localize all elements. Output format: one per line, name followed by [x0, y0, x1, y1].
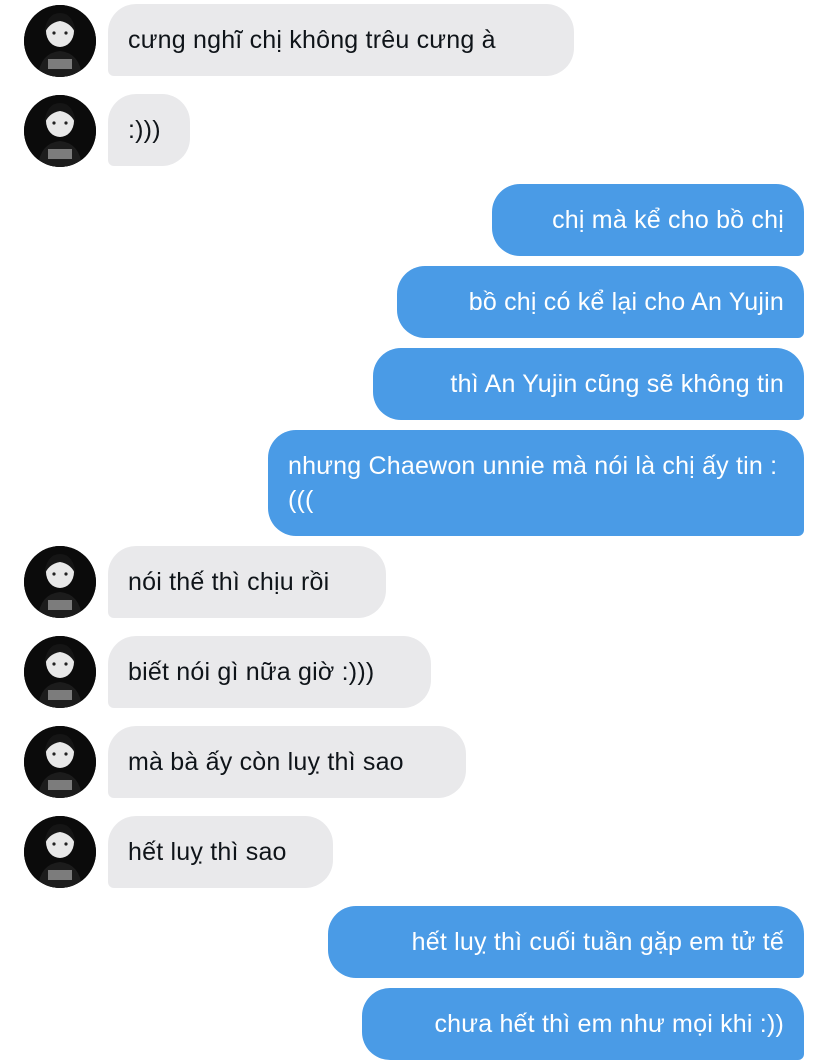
incoming-message-bubble[interactable]: mà bà ấy còn luỵ thì sao [108, 726, 466, 798]
message-text: thì An Yujin cũng sẽ không tin [450, 370, 784, 398]
outgoing-message-bubble[interactable]: chị mà kể cho bồ chị [492, 184, 804, 256]
message-text: hết luỵ thì sao [128, 838, 287, 866]
contact-avatar[interactable] [24, 636, 96, 708]
avatar-photo-icon [24, 636, 96, 708]
message-text: biết nói gì nữa giờ :))) [128, 658, 375, 686]
message-text: chị mà kể cho bồ chị [552, 206, 784, 234]
avatar-photo-icon [24, 95, 96, 167]
message-text: :))) [128, 116, 161, 144]
message-text: mà bà ấy còn luỵ thì sao [128, 748, 404, 776]
message-text: cưng nghĩ chị không trêu cưng à [128, 26, 496, 54]
outgoing-message-bubble[interactable]: hết luỵ thì cuối tuần gặp em tử tế [328, 906, 804, 978]
incoming-message-bubble[interactable]: :))) [108, 94, 190, 166]
message-text: hết luỵ thì cuối tuần gặp em tử tế [411, 928, 784, 956]
outgoing-message-bubble[interactable]: thì An Yujin cũng sẽ không tin [373, 348, 804, 420]
avatar-photo-icon [24, 726, 96, 798]
incoming-message-bubble[interactable]: nói thế thì chịu rồi [108, 546, 386, 618]
avatar-photo-icon [24, 546, 96, 618]
contact-avatar[interactable] [24, 546, 96, 618]
contact-avatar[interactable] [24, 5, 96, 77]
message-text: nói thế thì chịu rồi [128, 568, 330, 596]
contact-avatar[interactable] [24, 95, 96, 167]
message-text: nhưng Chaewon unnie mà nói là chị ấy tin… [288, 452, 778, 514]
message-text: chưa hết thì em như mọi khi :)) [434, 1010, 784, 1038]
outgoing-message-bubble[interactable]: bồ chị có kể lại cho An Yujin [397, 266, 804, 338]
outgoing-message-bubble[interactable]: nhưng Chaewon unnie mà nói là chị ấy tin… [268, 430, 804, 536]
message-text: bồ chị có kể lại cho An Yujin [468, 288, 784, 316]
contact-avatar[interactable] [24, 726, 96, 798]
incoming-message-bubble[interactable]: biết nói gì nữa giờ :))) [108, 636, 431, 708]
outgoing-message-bubble[interactable]: chưa hết thì em như mọi khi :)) [362, 988, 804, 1060]
avatar-photo-icon [24, 816, 96, 888]
incoming-message-bubble[interactable]: cưng nghĩ chị không trêu cưng à [108, 4, 574, 76]
contact-avatar[interactable] [24, 816, 96, 888]
incoming-message-bubble[interactable]: hết luỵ thì sao [108, 816, 333, 888]
avatar-photo-icon [24, 5, 96, 77]
